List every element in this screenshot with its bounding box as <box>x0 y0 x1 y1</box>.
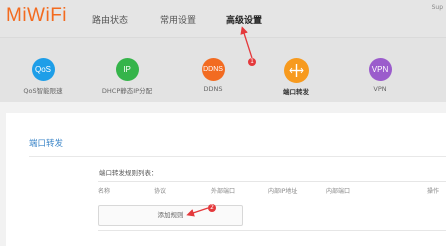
step-marker-2: 2 <box>208 204 216 212</box>
ip-icon: IP <box>115 58 139 81</box>
step-marker-1: 1 <box>248 58 256 66</box>
feature-dhcp-label: DHCP静态IP分配 <box>101 87 153 95</box>
feature-port-forwarding[interactable]: 端口转发 <box>256 58 336 96</box>
column-internal-ip: 内部IP地址 <box>268 188 298 195</box>
feature-qos-label: QoS智能限速 <box>23 87 63 95</box>
column-actions: 操作 <box>427 188 440 195</box>
feature-icon-bar: QoS QoS智能限速 IP DHCP静态IP分配 DDNS DDNS 端口转发… <box>0 38 446 102</box>
miwifi-logo: MiWiFi <box>6 5 68 26</box>
feature-port-forwarding-label: 端口转发 <box>283 88 309 96</box>
nav-router-status[interactable]: 路由状态 <box>92 13 128 26</box>
nav-common-settings[interactable]: 常用设置 <box>160 13 196 26</box>
rule-list-title: 端口转发规则列表： <box>99 169 158 177</box>
ddns-icon: DDNS <box>201 58 225 81</box>
port-forwarding-icon <box>283 58 309 83</box>
column-protocol: 协议 <box>154 188 167 195</box>
column-name: 名称 <box>98 188 111 195</box>
panel-title: 端口转发 <box>29 139 64 149</box>
feature-vpn[interactable]: VPN VPN <box>340 58 420 93</box>
feature-ddns[interactable]: DDNS DDNS <box>173 58 253 93</box>
rule-list-bottom-divider <box>98 230 446 231</box>
feature-dhcp[interactable]: IP DHCP静态IP分配 <box>87 58 167 95</box>
column-external-port: 外部端口 <box>211 188 236 195</box>
feature-ddns-label: DDNS <box>203 85 223 93</box>
feature-qos[interactable]: QoS QoS智能限速 <box>3 58 83 95</box>
rule-list-divider <box>98 181 446 182</box>
plus-cross-icon <box>288 64 304 77</box>
add-rule-button[interactable]: 添加规则 <box>98 205 243 226</box>
vpn-icon: VPN <box>368 58 392 81</box>
column-internal-port: 内部端口 <box>326 188 351 195</box>
port-forwarding-panel: 端口转发 端口转发规则列表： 名称 协议 外部端口 内部IP地址 内部端口 操作… <box>6 113 446 246</box>
feature-vpn-label: VPN <box>373 85 387 93</box>
panel-divider <box>29 156 446 157</box>
top-navigation-bar: MiWiFi 路由状态 常用设置 高级设置 Sup <box>0 0 446 38</box>
qos-icon: QoS <box>31 58 55 81</box>
nav-advanced-settings[interactable]: 高级设置 <box>226 13 262 26</box>
user-link[interactable]: Sup <box>432 4 443 11</box>
